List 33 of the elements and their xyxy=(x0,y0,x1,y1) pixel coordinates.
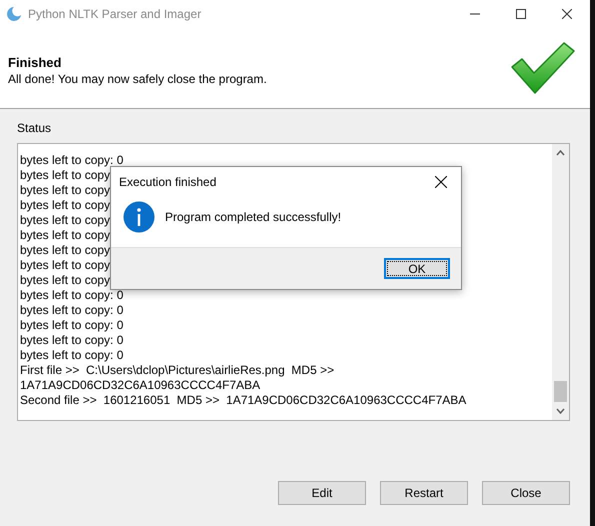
close-icon xyxy=(562,9,572,19)
log-line: 1A71A9CD06CD32C6A10963CCCC4F7ABA xyxy=(20,378,260,393)
log-line: Second file >> 1601216051 MD5 >> 1A71A9CD06CD32C6A10963CCCC4F7ABA xyxy=(20,393,466,408)
log-line: bytes left to copy: 0 xyxy=(20,333,124,348)
ok-button[interactable]: OK xyxy=(384,258,450,279)
log-line: bytes left to copy xyxy=(20,213,110,228)
dialog-action-button[interactable]: Close xyxy=(482,481,570,505)
log-line: bytes left to copy: 0 xyxy=(20,153,124,168)
log-line: bytes left to copy xyxy=(20,273,110,288)
log-line: bytes left to copy: 0 xyxy=(20,318,124,333)
log-line: bytes left to copy xyxy=(20,198,110,213)
header-title: Finished xyxy=(8,54,62,70)
log-line: First file >> C:\Users\dclop\Pictures\airlieRes.png MD5 >> xyxy=(20,363,334,378)
info-icon xyxy=(123,201,155,233)
status-label: Status xyxy=(17,121,52,135)
dialog-title: Execution finished xyxy=(119,175,216,189)
dialog-action-button[interactable]: Restart xyxy=(380,481,468,505)
window-title: Python NLTK Parser and Imager xyxy=(28,7,202,21)
log-line: bytes left to copy xyxy=(20,228,110,243)
dialog-message: Program completed successfully! xyxy=(165,210,342,224)
log-line: bytes left to copy xyxy=(20,168,110,183)
log-line: bytes left to copy: 0 xyxy=(20,303,124,318)
log-line: bytes left to copy xyxy=(20,183,110,198)
header-subtitle: All done! You may now safely close the program. xyxy=(8,72,267,86)
log-line: bytes left to copy: 0 xyxy=(20,288,124,303)
dialog-action-button[interactable]: Edit xyxy=(278,481,366,505)
close-icon xyxy=(435,176,447,188)
checkmark-icon xyxy=(510,41,576,95)
log-line: bytes left to copy: 0 xyxy=(20,348,124,363)
log-line: bytes left to copy xyxy=(20,243,110,258)
log-line: bytes left to copy xyxy=(20,258,110,273)
app-icon xyxy=(6,6,22,22)
maximize-icon xyxy=(516,9,526,19)
